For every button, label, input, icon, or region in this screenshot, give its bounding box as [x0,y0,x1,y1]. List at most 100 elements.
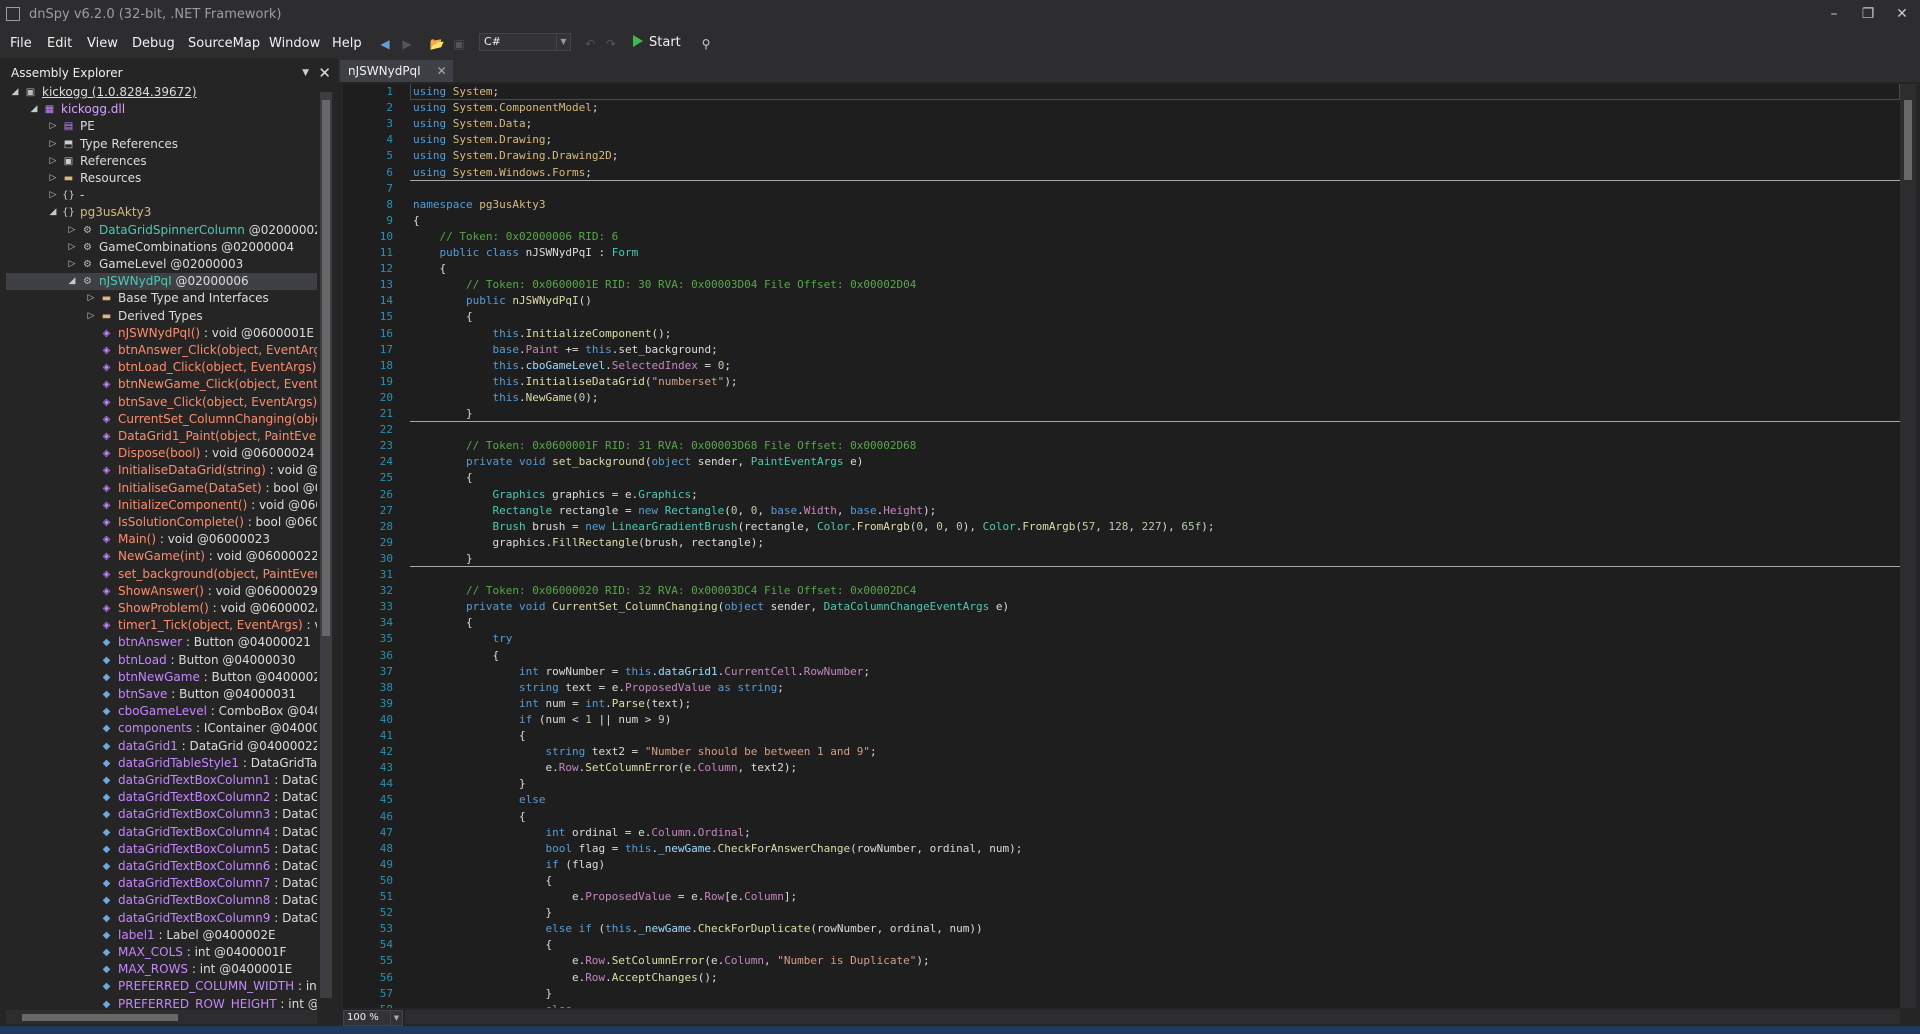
menu-debug[interactable]: Debug [127,30,180,58]
code-line[interactable]: graphics.FillRectangle(brush, rectangle)… [413,535,764,551]
code-line[interactable]: // Token: 0x02000006 RID: 6 [413,229,619,245]
code-line[interactable]: using System.ComponentModel; [413,100,598,116]
code-line[interactable]: string text = e.ProposedValue as string; [413,680,784,696]
editor-vertical-scrollbar[interactable] [1900,84,1916,1008]
code-line[interactable]: bool flag = this._newGame.CheckForAnswer… [413,841,1022,857]
expand-icon[interactable]: ▷ [48,170,58,187]
expand-icon[interactable]: ▷ [48,118,58,135]
code-line[interactable]: private void CurrentSet_ColumnChanging(o… [413,599,1009,615]
minimize-icon[interactable]: – [1822,4,1846,24]
undo-icon[interactable]: ↶ [581,35,599,53]
tree-node[interactable]: ◢ ⚙ nJSWNydPqI @02000006 [6,273,317,291]
code-line[interactable]: { [413,873,552,889]
expand-icon[interactable]: ▷ [67,256,77,273]
open-icon[interactable]: 📂 [428,35,446,53]
code-line[interactable]: e.Row.SetColumnError(e.Column, text2); [413,760,797,776]
code-line[interactable]: this.InitialiseDataGrid("numberset"); [413,374,737,390]
forward-icon[interactable]: ▶ [398,35,416,53]
scroll-thumb[interactable] [22,1014,178,1021]
expand-icon[interactable]: ▷ [86,290,96,307]
expand-icon[interactable]: ▷ [48,187,58,204]
search-icon[interactable]: ⚲ [697,35,715,53]
save-icon[interactable]: ▣ [450,35,468,53]
code-line[interactable]: namespace pg3usAkty3 [413,197,545,213]
code-line[interactable]: Graphics graphics = e.Graphics; [413,487,697,503]
menu-view[interactable]: View [82,30,123,58]
redo-icon[interactable]: ↷ [602,35,620,53]
code-line[interactable]: { [413,648,499,664]
code-line[interactable]: { [413,470,473,486]
close-tab-icon[interactable]: ✕ [437,60,447,82]
start-button[interactable]: Start [633,32,681,54]
menu-edit[interactable]: Edit [42,30,77,58]
code-line[interactable]: e.Row.SetColumnError(e.Column, "Number i… [413,953,930,969]
code-line[interactable]: public class nJSWNydPqI : Form [413,245,639,261]
code-line[interactable]: { [413,309,473,325]
code-line[interactable]: { [413,728,526,744]
scroll-thumb[interactable] [1904,100,1912,180]
expand-icon[interactable]: ▷ [48,136,58,153]
code-line[interactable]: } [413,406,473,422]
close-icon[interactable]: ✕ [1890,4,1914,24]
code-line[interactable]: using System.Windows.Forms; [413,165,592,181]
code-line[interactable]: { [413,809,526,825]
code-line[interactable]: { [413,261,446,277]
code-line[interactable]: if (num < 1 || num > 9) [413,712,671,728]
code-line[interactable]: { [413,615,473,631]
code-line[interactable]: this.NewGame(0); [413,390,598,406]
code-line[interactable]: } [413,776,526,792]
code-line[interactable]: public nJSWNydPqI() [413,293,592,309]
tab-njswnydpqi[interactable]: nJSWNydPqI ✕ [340,60,453,82]
collapse-icon[interactable]: ◢ [67,273,77,290]
code-line[interactable]: using System.Data; [413,116,532,132]
code-line[interactable]: int num = int.Parse(text); [413,696,691,712]
code-line[interactable]: // Token: 0x0600001E RID: 30 RVA: 0x0000… [413,277,916,293]
code-line[interactable]: string text2 = "Number should be between… [413,744,876,760]
code-line[interactable]: private void set_background(object sende… [413,454,863,470]
code-line[interactable]: } [413,986,552,1002]
code-line[interactable]: try [413,631,512,647]
collapse-icon[interactable]: ◢ [48,204,58,221]
expand-icon[interactable]: ▷ [67,222,77,239]
code-line[interactable]: { [413,213,420,229]
code-line[interactable]: else [413,792,546,808]
expand-icon[interactable]: ▷ [86,308,96,325]
code-line[interactable]: Rectangle rectangle = new Rectangle(0, 0… [413,503,936,519]
menu-file[interactable]: File [5,30,37,58]
menu-help[interactable]: Help [327,30,367,58]
editor-horizontal-scrollbar[interactable] [405,1010,1900,1024]
code-line[interactable]: else if (this._newGame.CheckForDuplicate… [413,921,982,937]
language-select[interactable]: C# ▼ [479,33,571,51]
code-editor[interactable]: 1 using System; 2 using System.ComponentMod… [343,84,1900,1008]
collapse-icon[interactable]: ◢ [29,101,39,118]
code-line[interactable]: // Token: 0x0600001F RID: 31 RVA: 0x0000… [413,438,916,454]
code-line[interactable]: this.cboGameLevel.SelectedIndex = 0; [413,358,730,374]
code-line[interactable]: { [413,937,552,953]
code-line[interactable]: int rowNumber = this.dataGrid1.CurrentCe… [413,664,870,680]
code-line[interactable]: else [413,1002,572,1008]
code-line[interactable]: } [413,905,552,921]
code-line[interactable]: base.Paint += this.set_background; [413,342,717,358]
tree-horizontal-scrollbar[interactable] [6,1010,317,1024]
close-panel-icon[interactable]: ✕ [318,62,331,84]
expand-icon[interactable]: ▷ [67,239,77,256]
tree-vertical-scrollbar[interactable] [320,92,332,998]
collapse-icon[interactable]: ◢ [10,84,20,101]
menu-window[interactable]: Window [264,30,325,58]
code-line[interactable]: int ordinal = e.Column.Ordinal; [413,825,750,841]
code-line[interactable]: using System.Drawing.Drawing2D; [413,148,618,164]
dropdown-icon[interactable]: ▼ [302,62,309,84]
code-line[interactable]: using System.Drawing; [413,132,552,148]
scroll-thumb[interactable] [322,100,330,636]
back-icon[interactable]: ◀ [376,35,394,53]
code-line[interactable]: } [413,551,473,567]
expand-icon[interactable]: ▷ [48,153,58,170]
code-line[interactable]: e.ProposedValue = e.Row[e.Column]; [413,889,797,905]
menu-sourcemap[interactable]: SourceMap [183,30,265,58]
zoom-select[interactable]: 100 % ▼ [343,1010,403,1026]
maximize-icon[interactable]: ❐ [1856,4,1880,24]
code-line[interactable]: e.Row.AcceptChanges(); [413,970,718,986]
code-line[interactable]: if (flag) [413,857,605,873]
code-line[interactable]: // Token: 0x06000020 RID: 32 RVA: 0x0000… [413,583,916,599]
code-line[interactable]: this.InitializeComponent(); [413,326,671,342]
